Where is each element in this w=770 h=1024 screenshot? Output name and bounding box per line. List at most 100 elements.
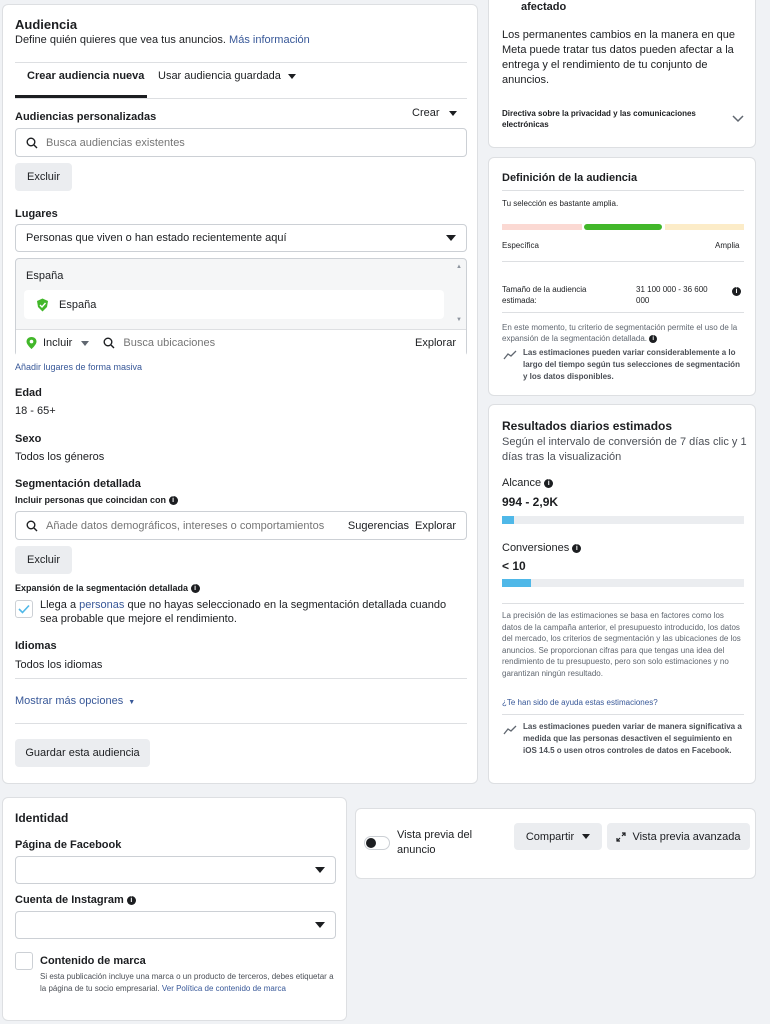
audience-size-label: Tamaño de la audiencia estimada: [502, 285, 587, 305]
results-subtitle: Según el intervalo de conversión de 7 dí… [502, 436, 747, 463]
detailed-targeting-input[interactable] [46, 519, 346, 532]
location-box: España ▲ ▼ España Incluir Explorar [15, 258, 467, 356]
search-icon [103, 337, 115, 349]
include-dropdown[interactable]: Incluir [43, 337, 90, 349]
exclude-button[interactable]: Excluir [15, 163, 72, 191]
chevron-down-icon [315, 922, 325, 928]
age-value[interactable]: 18 - 65+ [15, 405, 56, 417]
bulk-locations-link[interactable]: Añadir lugares de forma masiva [15, 362, 142, 372]
custom-audience-search-input[interactable] [46, 136, 426, 149]
branded-content-checkbox[interactable] [15, 952, 33, 970]
instagram-select[interactable] [15, 911, 336, 939]
expansion-checkbox[interactable] [15, 600, 33, 618]
advanced-preview-button[interactable]: Vista previa avanzada [607, 823, 750, 850]
search-icon [26, 520, 38, 531]
privacy-directive[interactable]: Directiva sobre la privacidad y las comu… [502, 108, 712, 130]
trend-icon [503, 725, 517, 735]
preview-label: Vista previa del anuncio [397, 829, 473, 856]
facebook-page-select[interactable] [15, 856, 336, 884]
facebook-page-label: Página de Facebook [15, 839, 122, 851]
conversions-bar-fill [502, 579, 531, 587]
tab-new-audience[interactable]: Crear audiencia nueva [27, 70, 144, 82]
location-search-input[interactable] [123, 337, 364, 349]
location-search-row: Incluir Explorar [16, 329, 466, 356]
audience-title: Audiencia [15, 17, 78, 32]
more-info-link[interactable]: Más información [229, 34, 310, 46]
meter-specific-segment [502, 224, 582, 230]
custom-audience-search[interactable] [15, 128, 467, 157]
instagram-label: Cuenta de Instagram i [15, 894, 136, 906]
divider [15, 723, 467, 724]
privacy-card: afectado Los permanentes cambios en la m… [488, 0, 756, 148]
selected-location-label: España [59, 298, 97, 311]
info-icon[interactable]: i [168, 496, 178, 506]
people-link[interactable]: personas [79, 599, 124, 611]
search-icon [26, 137, 38, 148]
helpful-link[interactable]: ¿Te han sido de ayuda estas estimaciones… [502, 698, 658, 707]
reach-label: Alcance i [502, 477, 554, 489]
show-more-options[interactable]: Mostrar más opciones ▼ [15, 695, 135, 707]
chevron-down-icon [315, 867, 325, 873]
info-icon[interactable]: i [732, 287, 741, 296]
exclude-detailed-button[interactable]: Excluir [15, 546, 72, 574]
info-icon[interactable]: i [544, 478, 554, 488]
daily-results-card: Resultados diarios estimados Según el in… [488, 404, 756, 784]
divider [502, 603, 744, 604]
custom-audiences-label: Audiencias personalizadas [15, 111, 157, 123]
detailed-targeting-sub: Incluir personas que coincidan con i [15, 495, 178, 506]
branded-content-text: Si esta publicación incluye una marca o … [40, 972, 334, 993]
selected-location[interactable]: España [24, 290, 444, 319]
meter-broad-segment [665, 224, 744, 230]
divider [15, 678, 467, 679]
preview-toggle[interactable] [364, 836, 390, 850]
info-icon[interactable]: i [572, 543, 582, 553]
divider [502, 714, 744, 715]
sex-value[interactable]: Todos los géneros [15, 451, 104, 463]
expansion-label: Expansión de la segmentación detallada i [15, 583, 200, 594]
info-icon[interactable]: i [649, 334, 658, 343]
identity-card: Identidad Página de Facebook Cuenta de I… [2, 797, 347, 1021]
trend-icon [503, 350, 517, 360]
privacy-title-tail: afectado [521, 1, 567, 13]
share-button[interactable]: Compartir [514, 823, 602, 850]
divider [502, 190, 744, 191]
explore-button[interactable]: Explorar [415, 520, 456, 532]
create-dropdown[interactable]: Crear [412, 107, 457, 119]
chevron-down-icon[interactable] [732, 115, 744, 123]
ad-preview-card: Vista previa del anuncio Compartir Vista… [355, 808, 756, 879]
audience-definition-card: Definición de la audiencia Tu selección … [488, 157, 756, 396]
languages-value[interactable]: Todos los idiomas [15, 659, 102, 671]
scroll-down-arrow[interactable]: ▼ [456, 317, 462, 323]
places-label: Lugares [15, 208, 58, 220]
scroll-up-arrow[interactable]: ▲ [456, 264, 462, 270]
save-audience-button[interactable]: Guardar esta audiencia [15, 739, 150, 767]
chevron-down-icon [582, 834, 591, 839]
suggestions-button[interactable]: Sugerencias [348, 520, 409, 532]
info-icon[interactable]: i [190, 584, 200, 594]
info-icon[interactable]: i [126, 895, 136, 905]
meter-current-segment [584, 224, 662, 230]
branded-policy-link[interactable]: Ver Política de contenido de marca [162, 984, 286, 993]
conversions-bar [502, 579, 744, 587]
conversions-label: Conversiones i [502, 542, 582, 554]
conversions-value: < 10 [502, 559, 526, 573]
privacy-body: Los permanentes cambios en la manera en … [502, 29, 735, 86]
location-pin-icon [37, 298, 48, 311]
explore-locations-button[interactable]: Explorar [415, 337, 456, 349]
breadth-text: Tu selección es bastante amplia. [502, 199, 619, 208]
checkmark-icon [18, 604, 30, 614]
breadth-meter [502, 224, 744, 230]
places-select[interactable]: Personas que viven o han estado reciente… [15, 224, 467, 252]
divider [502, 261, 744, 262]
tab-saved-audience[interactable]: Usar audiencia guardada [158, 70, 296, 82]
chevron-down-icon [446, 235, 456, 241]
chevron-down-icon: ▼ [128, 699, 136, 706]
detailed-targeting-search[interactable]: Sugerencias Explorar [15, 511, 467, 540]
specific-label: Específica [502, 241, 539, 250]
chevron-down-icon [448, 110, 457, 116]
divider [15, 98, 467, 99]
results-title: Resultados diarios estimados [502, 419, 673, 433]
precision-text: La precisión de las estimaciones se basa… [502, 611, 741, 678]
divider [502, 312, 744, 313]
chevron-down-icon [81, 340, 90, 346]
